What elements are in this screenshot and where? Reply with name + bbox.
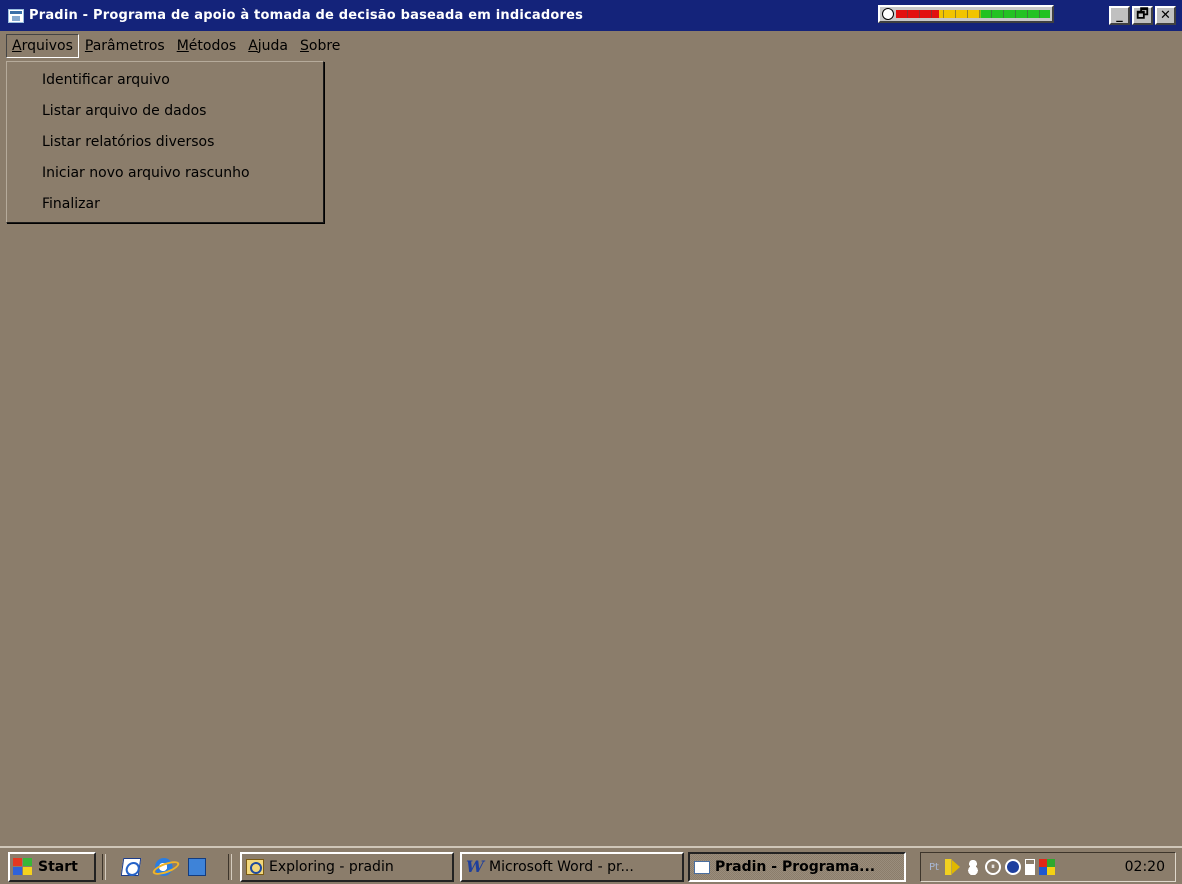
menu-accel: M (176, 38, 189, 54)
menu-label-rest: obre (308, 38, 341, 54)
windows-flag-icon[interactable] (1038, 859, 1055, 875)
app-icon[interactable] (8, 8, 24, 23)
menu-sobre[interactable]: Sobre (294, 34, 346, 58)
taskbar-separator (102, 854, 106, 880)
menu-item-identificar-arquivo[interactable]: Identificar arquivo (7, 65, 323, 96)
pradin-icon (694, 860, 710, 874)
menu-parametros[interactable]: Parâmetros (79, 34, 171, 58)
task-exploring[interactable]: Exploring - pradin (240, 852, 454, 882)
menu-accel: P (84, 38, 93, 54)
windows-logo-icon (13, 858, 33, 876)
tray-clock[interactable]: 02:20 (1125, 859, 1165, 875)
menu-accel: A (248, 38, 258, 54)
show-desktop-icon[interactable] (188, 858, 206, 876)
task-word[interactable]: W Microsoft Word - pr... (460, 852, 684, 882)
meter-track (896, 10, 1050, 18)
clock-icon[interactable] (1004, 859, 1021, 875)
menu-accel: S (300, 38, 309, 54)
menu-label-rest: étodos (188, 38, 237, 54)
task-pradin[interactable]: Pradin - Programa... (688, 852, 906, 882)
menu-bar: Arquivos Parâmetros Métodos Ajuda Sobre (6, 33, 346, 59)
menu-metodos[interactable]: Métodos (171, 34, 243, 58)
menu-ajuda[interactable]: Ajuda (242, 34, 294, 58)
start-label: Start (38, 859, 78, 875)
menu-arquivos[interactable]: Arquivos (6, 34, 79, 58)
menu-item-listar-relatorios[interactable]: Listar relatórios diversos (7, 127, 323, 158)
meter-pause-icon: ⏸ (882, 8, 894, 20)
title-bar[interactable]: Pradin - Programa de apoio à tomada de d… (0, 0, 1182, 31)
taskbar: Start Exploring - pradin W Microsoft Wor… (0, 846, 1182, 884)
menu-item-listar-arquivo-dados[interactable]: Listar arquivo de dados (7, 96, 323, 127)
restore-button[interactable]: 🗗 (1132, 6, 1153, 25)
snowman-icon[interactable] (964, 859, 981, 875)
input-language-indicator[interactable]: Pt (929, 862, 939, 873)
close-button[interactable]: ✕ (1155, 6, 1176, 25)
pause-icon[interactable]: ⏸ (984, 859, 1001, 875)
menu-accel: A (12, 38, 22, 54)
menu-label-rest: arâmetros (92, 38, 165, 54)
task-label: Exploring - pradin (269, 859, 394, 875)
level-meter: ⏸ (878, 5, 1054, 23)
menu-label-rest: juda (257, 38, 289, 54)
arquivos-dropdown: Identificar arquivo Listar arquivo de da… (6, 61, 324, 223)
word-icon: W (466, 857, 484, 876)
start-button[interactable]: Start (8, 852, 96, 882)
window-title: Pradin - Programa de apoio à tomada de d… (29, 8, 584, 23)
task-label: Pradin - Programa... (715, 859, 876, 875)
minimize-button[interactable]: _ (1109, 6, 1130, 25)
taskbar-separator (228, 854, 232, 880)
internet-explorer-icon[interactable] (155, 858, 173, 876)
menu-label-rest: rquivos (21, 38, 73, 54)
explorer-icon (246, 859, 264, 875)
menu-item-iniciar-rascunho[interactable]: Iniciar novo arquivo rascunho (7, 158, 323, 189)
system-tray: Pt ⏸ 02:20 (920, 852, 1176, 882)
outlook-express-icon[interactable] (120, 858, 142, 876)
window-controls: _ 🗗 ✕ (1107, 6, 1176, 25)
hand-icon[interactable] (1024, 859, 1035, 875)
menu-item-finalizar[interactable]: Finalizar (7, 189, 323, 220)
volume-icon[interactable] (944, 859, 961, 875)
task-label: Microsoft Word - pr... (489, 859, 634, 875)
